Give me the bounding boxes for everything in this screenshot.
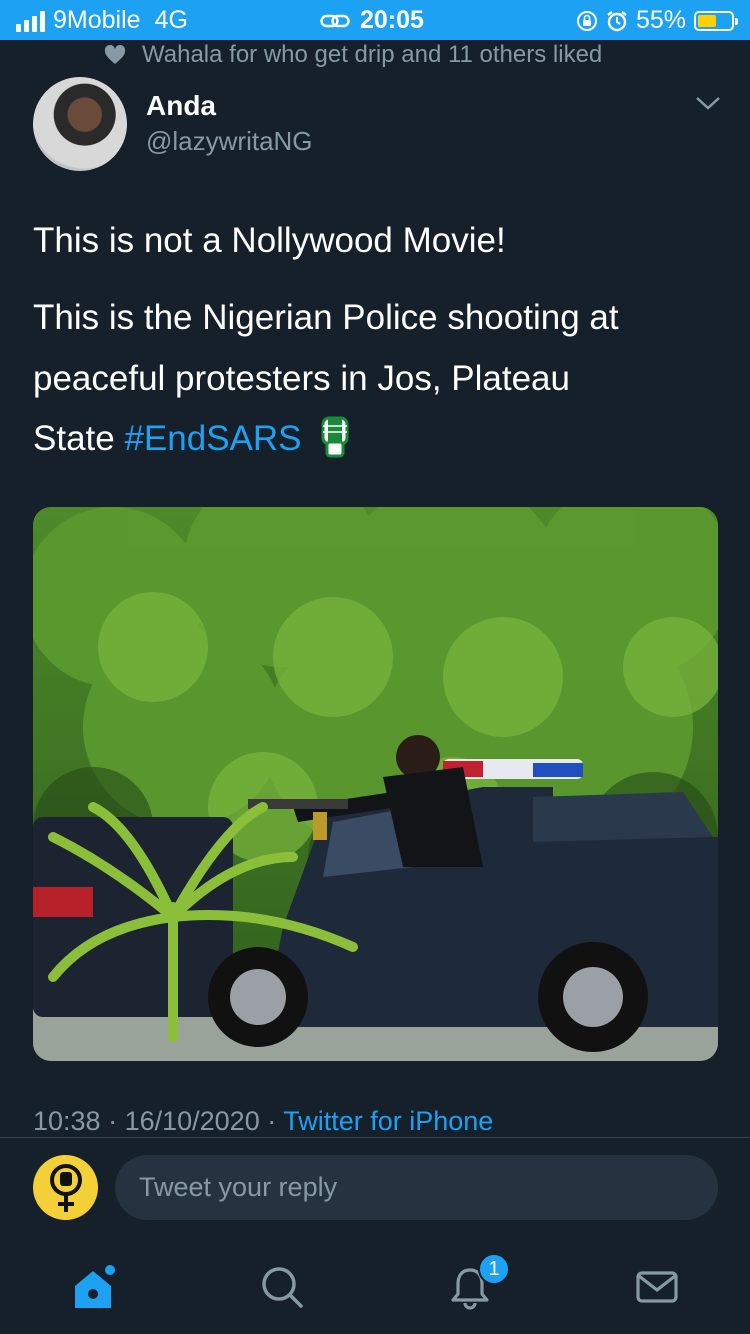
tweet-time: 10:38	[33, 1106, 101, 1136]
tweet-text-line3: peaceful protesters in Jos, Plateau	[33, 359, 570, 398]
author-name[interactable]: Anda	[146, 90, 216, 122]
meta-separator: ·	[100, 1106, 125, 1136]
tab-messages[interactable]	[632, 1262, 682, 1312]
link-icon	[320, 14, 350, 27]
tab-search[interactable]	[257, 1262, 307, 1312]
reply-input[interactable]: Tweet your reply	[115, 1155, 718, 1220]
reply-placeholder: Tweet your reply	[139, 1172, 338, 1202]
tweet-meta: 10:38 · 16/10/2020 · Twitter for iPhone	[33, 1106, 493, 1137]
divider	[0, 1137, 750, 1138]
tweet-text-line2: This is the Nigerian Police shooting at	[33, 298, 619, 337]
clock: 20:05	[360, 6, 424, 34]
tweet-date: 16/10/2020	[124, 1106, 260, 1136]
heart-icon	[104, 45, 126, 64]
raised-fist-icon	[321, 416, 349, 458]
status-bar: 9Mobile 4G 20:05 55%	[0, 0, 750, 40]
status-center: 20:05	[320, 6, 424, 35]
rotation-lock-icon	[576, 10, 597, 31]
tweet-text-line1: This is not a Nollywood Movie!	[33, 221, 506, 260]
liked-text: Wahala for who get drip and 11 others li…	[142, 41, 603, 68]
battery-percent: 55%	[635, 6, 686, 34]
police-truck-photo	[33, 507, 718, 1061]
meta-separator: ·	[259, 1106, 284, 1136]
status-right: 55%	[576, 6, 738, 35]
tweet-text-state: State	[33, 419, 125, 458]
mail-icon	[636, 1271, 678, 1303]
battery-icon	[694, 10, 738, 31]
status-left: 9Mobile 4G	[16, 6, 188, 35]
author-handle[interactable]: @lazywritaNG	[146, 126, 313, 157]
notification-badge: 1	[478, 1253, 510, 1285]
network-label: 4G	[154, 6, 188, 34]
tweet-source-link[interactable]: Twitter for iPhone	[283, 1106, 493, 1136]
search-icon	[262, 1267, 303, 1308]
social-context: Wahala for who get drip and 11 others li…	[104, 40, 602, 70]
carrier-label: 9Mobile	[53, 6, 141, 34]
author-avatar[interactable]	[33, 77, 127, 171]
home-icon	[75, 1265, 115, 1308]
chevron-down-icon[interactable]	[694, 94, 722, 112]
hashtag-link[interactable]: #EndSARS	[124, 419, 301, 458]
tweet-text-line4: State #EndSARS	[33, 408, 723, 469]
feminist-fist-icon	[49, 1163, 82, 1212]
tweet-photo[interactable]	[33, 507, 718, 1061]
alarm-icon	[607, 10, 627, 31]
signal-icon	[16, 10, 45, 32]
tab-bar	[0, 1240, 750, 1334]
tab-home[interactable]	[68, 1262, 118, 1312]
user-avatar[interactable]	[33, 1155, 98, 1220]
